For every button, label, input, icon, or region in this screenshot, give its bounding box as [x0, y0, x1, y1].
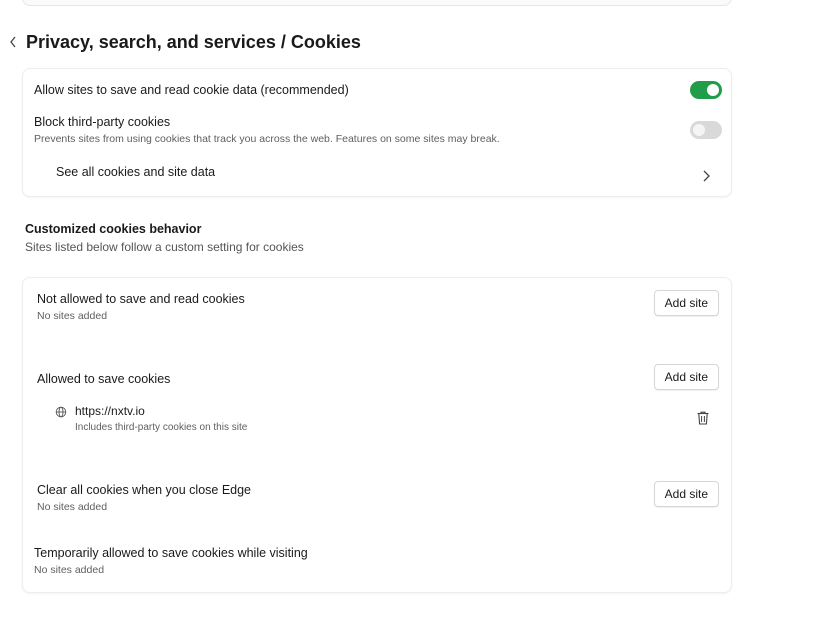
- allowed-label: Allowed to save cookies: [37, 372, 171, 386]
- add-site-button-allowed[interactable]: Add site: [653, 364, 719, 390]
- back-button[interactable]: [6, 30, 20, 54]
- block-third-party-toggle[interactable]: [690, 121, 722, 139]
- temporary-allowed-row: Temporarily allowed to save cookies whil…: [23, 546, 731, 580]
- see-all-cookies-row[interactable]: See all cookies and site data: [23, 161, 731, 189]
- globe-icon: [55, 406, 67, 418]
- not-allowed-row: Not allowed to save and read cookies No …: [23, 290, 731, 324]
- toggle-knob: [707, 84, 719, 96]
- site-url: https://nxtv.io: [75, 404, 145, 418]
- clear-on-close-status: No sites added: [37, 501, 108, 513]
- block-third-party-label: Block third-party cookies: [34, 115, 171, 129]
- allow-cookies-row: Allow sites to save and read cookie data…: [23, 75, 731, 105]
- block-third-party-description: Prevents sites from using cookies that t…: [34, 133, 500, 145]
- toggle-knob: [693, 124, 705, 136]
- temporary-allowed-status: No sites added: [34, 564, 105, 576]
- chevron-left-icon: [10, 36, 16, 48]
- not-allowed-status: No sites added: [37, 310, 108, 322]
- previous-card-edge: [22, 0, 732, 6]
- clear-on-close-label: Clear all cookies when you close Edge: [37, 483, 252, 497]
- page-title: Privacy, search, and services / Cookies: [26, 31, 361, 52]
- block-third-party-row: Block third-party cookies Prevents sites…: [23, 113, 731, 153]
- not-allowed-label: Not allowed to save and read cookies: [37, 292, 245, 306]
- section-subtitle: Sites listed below follow a custom setti…: [25, 240, 304, 254]
- add-site-button-not-allowed[interactable]: Add site: [653, 290, 719, 316]
- cookie-settings-card: Allow sites to save and read cookie data…: [22, 68, 732, 197]
- page-header: Privacy, search, and services / Cookies: [6, 30, 361, 54]
- add-site-button-clear-on-close[interactable]: Add site: [653, 481, 719, 507]
- trash-icon[interactable]: [695, 410, 711, 426]
- site-note: Includes third-party cookies on this sit…: [75, 422, 248, 433]
- allow-cookies-toggle[interactable]: [690, 81, 722, 99]
- chevron-right-icon: [703, 170, 710, 182]
- see-all-cookies-label: See all cookies and site data: [56, 165, 216, 179]
- allow-cookies-label: Allow sites to save and read cookie data…: [34, 83, 349, 97]
- temporary-allowed-label: Temporarily allowed to save cookies whil…: [34, 546, 308, 560]
- allowed-row: Allowed to save cookies Add site: [23, 364, 731, 394]
- clear-on-close-row: Clear all cookies when you close Edge No…: [23, 481, 731, 515]
- custom-cookies-card: Not allowed to save and read cookies No …: [22, 277, 732, 593]
- custom-cookies-section-header: Customized cookies behavior Sites listed…: [25, 222, 304, 254]
- section-title: Customized cookies behavior: [25, 222, 202, 236]
